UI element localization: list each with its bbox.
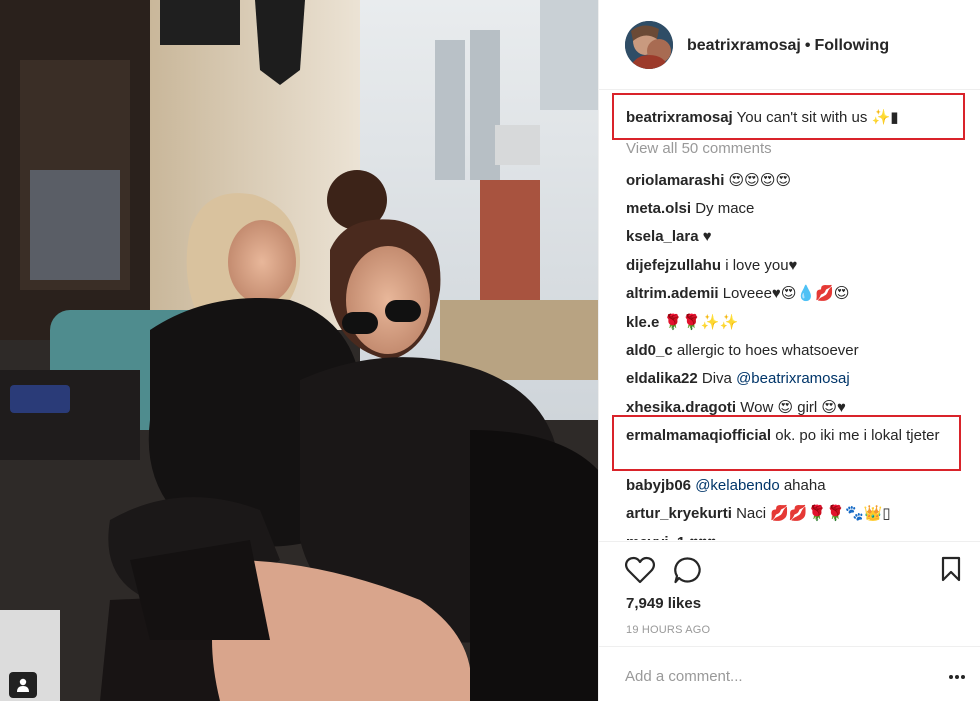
comment-item: babyjb06 @kelabendo ahaha	[626, 475, 971, 496]
comment-item: artur_kryekurti Naci 💋💋🌹🌹🐾👑▯	[626, 503, 971, 524]
comment-text: Wow 😍 girl 😍♥	[740, 399, 846, 416]
comment-text: ♥♥♥	[689, 534, 716, 540]
comment-text: Naci 💋💋🌹🌹🐾👑▯	[736, 505, 891, 522]
post-author-username[interactable]: beatrixramosaj	[687, 37, 801, 54]
comment-item: meta.olsi Dy mace	[626, 198, 971, 219]
add-comment-input[interactable]	[625, 665, 925, 687]
comment-username[interactable]: ksela_lara	[626, 228, 699, 245]
comment-text: allergic to hoes whatsoever	[676, 342, 859, 359]
comment-item: ksela_lara ♥	[626, 226, 971, 247]
comment-text: i love you♥	[725, 257, 798, 274]
comment-item: mevvi_1 ♥♥♥	[626, 532, 971, 540]
comment-username[interactable]: eldalika22	[626, 370, 698, 387]
comment-text: Dy mace	[695, 200, 755, 217]
comment-username[interactable]: altrim.ademii	[626, 285, 719, 302]
comments-list[interactable]: beatrixramosaj You can't sit with us ✨▮ …	[626, 100, 971, 540]
comment-text: 🌹🌹✨✨	[663, 314, 739, 331]
comment-item: dijefejzullahu i love you♥	[626, 255, 971, 276]
post-header: beatrixramosaj • Following	[599, 0, 980, 90]
following-button[interactable]: Following	[814, 37, 889, 54]
comment-item: altrim.ademii Loveee♥😍💧💋😍	[626, 283, 971, 304]
comment-username[interactable]: dijefejzullahu	[626, 257, 721, 274]
comment-username[interactable]: babyjb06	[626, 477, 691, 494]
comment-item: kle.e 🌹🌹✨✨	[626, 312, 971, 333]
likes-count[interactable]: 7,949 likes	[626, 595, 701, 612]
comment-text: 😍😍😍😍	[728, 172, 792, 189]
comment-item: ald0_c allergic to hoes whatsoever	[626, 340, 971, 361]
comment-username[interactable]: meta.olsi	[626, 200, 691, 217]
comment-item: eldalika22 Diva @beatrixramosaj	[626, 368, 971, 389]
comment-username[interactable]: mevvi_1	[626, 534, 685, 540]
user-tag-icon[interactable]	[9, 672, 37, 698]
post-actions: 7,949 likes 19 HOURS AGO	[599, 541, 980, 646]
post-photo[interactable]	[0, 0, 598, 701]
view-all-comments-link[interactable]: View all 50 comments	[626, 140, 772, 157]
comment-mention-link[interactable]: @beatrixramosaj	[736, 370, 850, 387]
comment-username[interactable]: ald0_c	[626, 342, 673, 359]
avatar[interactable]	[625, 21, 673, 69]
comment-text: Loveee♥😍💧💋😍	[722, 285, 850, 302]
comment-highlight-box	[612, 415, 961, 471]
post-timestamp: 19 HOURS AGO	[626, 624, 711, 636]
comment-item: oriolamarashi 😍😍😍😍	[626, 170, 971, 191]
comment-username[interactable]: xhesika.dragoti	[626, 399, 736, 416]
comment-username[interactable]: artur_kryekurti	[626, 505, 732, 522]
heart-icon[interactable]	[624, 556, 656, 589]
comment-bubble-icon[interactable]	[673, 556, 703, 589]
comment-username[interactable]: oriolamarashi	[626, 172, 724, 189]
comment-username[interactable]: kle.e	[626, 314, 659, 331]
caption-highlight-box	[612, 93, 965, 140]
comment-text: Diva	[701, 370, 732, 387]
comment-text: ahaha	[783, 477, 826, 494]
comment-mention-link[interactable]: @kelabendo	[695, 477, 779, 494]
add-comment-bar	[599, 646, 980, 701]
separator-dot: •	[804, 37, 811, 54]
more-options-icon[interactable]	[947, 669, 967, 679]
header-text: beatrixramosaj • Following	[687, 37, 889, 55]
comment-text: ♥	[702, 228, 712, 245]
bookmark-icon[interactable]	[940, 556, 962, 587]
